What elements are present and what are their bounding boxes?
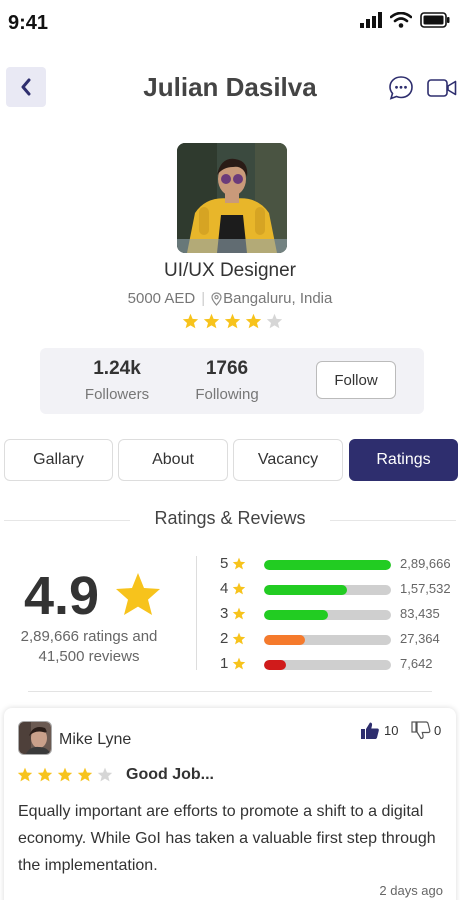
star-empty-icon: [97, 767, 113, 782]
review-time: 2 days ago: [379, 883, 443, 898]
rating-bar-fill: [264, 635, 305, 645]
thumbs-up-icon: [361, 722, 379, 739]
rating-bar-fill: [264, 560, 391, 570]
tab-gallary[interactable]: Gallary: [4, 439, 113, 481]
following-label: Following: [195, 386, 259, 403]
star-icon: [116, 573, 160, 615]
horizontal-divider: [28, 691, 432, 692]
rating-bar-fill: [264, 660, 286, 670]
dislike-button[interactable]: 0: [411, 721, 441, 740]
rating-summary-line-1: 2,89,666 ratings and: [20, 628, 158, 645]
star-empty-icon: [266, 313, 283, 329]
vertical-divider: [196, 556, 197, 670]
star-icon: [224, 313, 241, 329]
follow-button[interactable]: Follow: [316, 361, 396, 399]
rating-bar-track: [264, 635, 391, 645]
rating-bar-row: 4 1,57,532: [220, 580, 460, 600]
review-body: Equally important are efforts to promote…: [18, 803, 436, 874]
profile-location: Bangaluru, India: [223, 290, 333, 307]
star-icon: [77, 767, 93, 782]
battery-icon: [420, 12, 450, 28]
reviewer-avatar: [18, 721, 52, 755]
rating-bar-star-level: 3: [220, 605, 229, 622]
profile-avatar: [177, 143, 287, 253]
followers-label: Followers: [84, 386, 150, 403]
tab-vacancy[interactable]: Vacancy: [233, 439, 343, 481]
profile-location-group: Bangaluru, India: [211, 290, 332, 307]
review-title: Good Job...: [126, 766, 214, 783]
chat-icon[interactable]: [388, 75, 414, 101]
rating-bar-count: 7,642: [400, 656, 433, 671]
rating-summary-line-2: 41,500 reviews: [38, 648, 140, 665]
dislike-count: 0: [434, 723, 442, 738]
like-count: 10: [384, 723, 399, 738]
followers-count: 1.24k: [93, 358, 141, 379]
rating-bar-track: [264, 610, 391, 620]
rating-bar-row: 1 7,642: [220, 655, 460, 675]
rating-bar-count: 2,89,666: [400, 556, 451, 571]
star-icon: [232, 582, 246, 595]
star-icon: [232, 557, 246, 570]
star-icon: [17, 767, 33, 782]
rating-bar-track: [264, 660, 391, 670]
thumbs-down-icon: [411, 721, 431, 740]
star-icon: [245, 313, 262, 329]
star-icon: [232, 607, 246, 620]
rating-bar-row: 2 27,364: [220, 630, 460, 650]
status-time: 9:41: [8, 12, 49, 34]
ratings-section-header: Ratings & Reviews: [4, 508, 456, 532]
rating-bar-star-level: 5: [220, 555, 229, 572]
rating-bar-row: 5 2,89,666: [220, 555, 460, 575]
reviewer-name: Mike Lyne: [59, 731, 132, 748]
rating-bar-fill: [264, 585, 347, 595]
star-icon: [37, 767, 53, 782]
star-icon: [232, 632, 246, 645]
video-camera-icon[interactable]: [427, 78, 457, 98]
star-icon: [203, 313, 220, 329]
rating-bar-count: 27,364: [400, 631, 440, 646]
signal-icon: [360, 12, 382, 28]
star-icon: [182, 313, 199, 329]
review-rating-stars: [17, 767, 113, 782]
profile-role: UI/UX Designer: [164, 260, 296, 281]
rating-bar-count: 83,435: [400, 606, 440, 621]
average-rating: 4.9: [24, 566, 100, 626]
rating-summary: 2,89,666 ratings and 41,500 reviews: [0, 627, 178, 667]
rating-bar-star-level: 1: [220, 655, 229, 672]
rating-bar-fill: [264, 610, 328, 620]
location-pin-icon: [211, 291, 222, 306]
tab-ratings[interactable]: Ratings: [349, 439, 458, 481]
rating-bar-count: 1,57,532: [400, 581, 451, 596]
status-bar: 9:41: [0, 0, 460, 44]
star-icon: [232, 657, 246, 670]
following-stat[interactable]: 1766 Following: [172, 358, 282, 403]
profile-rate: 5000 AED: [127, 290, 196, 307]
rating-bar-row: 3 83,435: [220, 605, 460, 625]
profile-rating-stars: [182, 313, 283, 329]
meta-divider: |: [201, 290, 206, 307]
rating-bar-star-level: 4: [220, 580, 229, 597]
rating-bar-track: [264, 560, 391, 570]
tab-about[interactable]: About: [118, 439, 228, 481]
rating-bar-star-level: 2: [220, 630, 229, 647]
rating-bar-track: [264, 585, 391, 595]
star-icon: [57, 767, 73, 782]
section-title: Ratings & Reviews: [154, 508, 306, 528]
like-button[interactable]: 10: [360, 721, 398, 740]
followers-stat[interactable]: 1.24k Followers: [62, 358, 172, 403]
profile-stats: 1.24k Followers 1766 Following Follow: [40, 348, 424, 414]
profile-tabs: Gallary About Vacancy Ratings: [4, 439, 458, 481]
following-count: 1766: [205, 358, 249, 379]
wifi-icon: [390, 12, 412, 28]
profile-meta: 5000 AED | Bangaluru, India: [0, 290, 460, 307]
review-card: Mike Lyne 10 0 Good Job... Equally impor…: [4, 708, 456, 900]
status-icons: [360, 12, 450, 28]
